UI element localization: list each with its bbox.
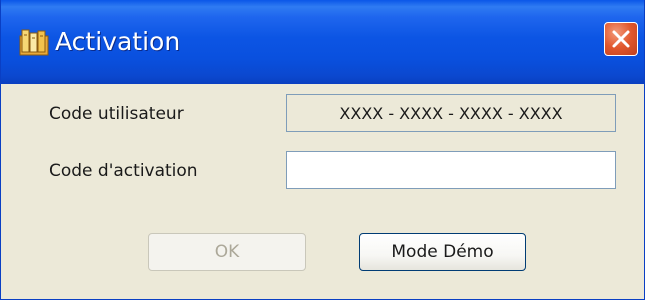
activation-code-label: Code d'activation	[49, 161, 198, 181]
user-code-label: Code utilisateur	[49, 104, 184, 124]
close-icon	[612, 30, 630, 48]
user-code-field	[286, 94, 616, 132]
demo-mode-button[interactable]: Mode Démo	[359, 233, 526, 271]
activation-code-input[interactable]	[286, 151, 616, 189]
dialog-body: Code utilisateur Code d'activation OK Mo…	[1, 84, 644, 299]
title-bar[interactable]: Activation	[1, 0, 644, 84]
activation-dialog: Activation Code utilisateur Code d'activ…	[0, 0, 645, 300]
close-button[interactable]	[604, 22, 638, 56]
window-title: Activation	[55, 27, 181, 56]
app-icon	[19, 28, 49, 56]
ok-button[interactable]: OK	[148, 233, 306, 271]
